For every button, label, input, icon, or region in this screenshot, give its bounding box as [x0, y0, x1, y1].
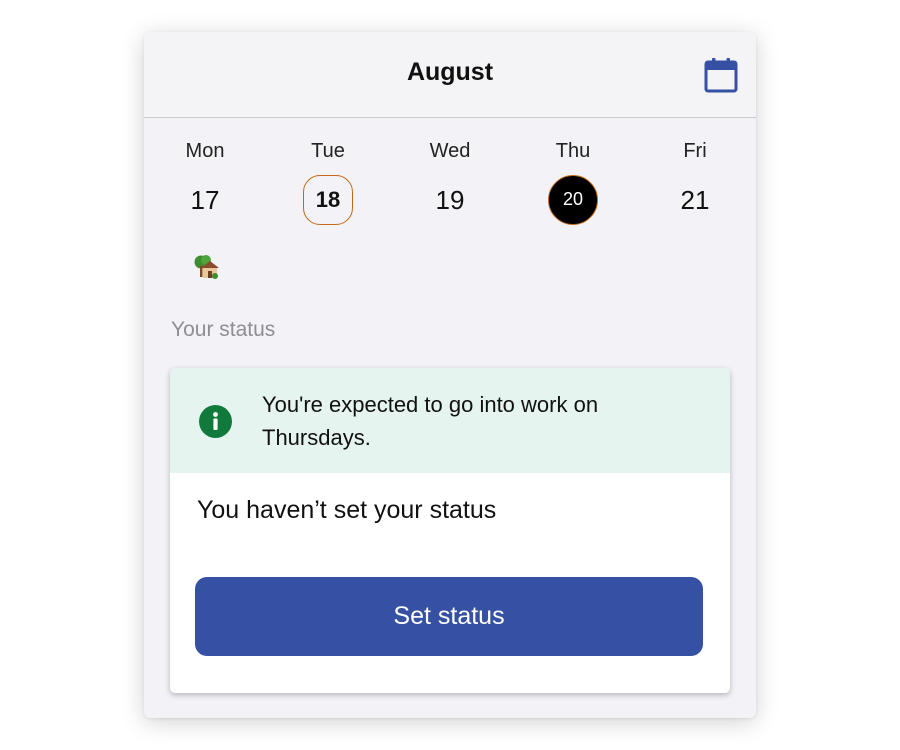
info-banner-text: You're expected to go into work on Thurs… [262, 392, 599, 450]
schedule-panel: August Mon 17 Tue 18 Wed 19 Thu 20 Fri 2… [144, 32, 756, 718]
day-number-today: 18 [303, 175, 353, 225]
day-thu[interactable]: Thu 20 [518, 118, 628, 278]
day-name: Fri [683, 140, 707, 162]
day-number: 19 [435, 185, 465, 215]
day-name: Thu [555, 140, 591, 162]
day-number: 21 [680, 185, 710, 215]
status-section-label: Your status [171, 318, 276, 341]
day-wed[interactable]: Wed 19 [395, 118, 505, 278]
header: August [144, 32, 756, 118]
day-fri[interactable]: Fri 21 [640, 118, 750, 278]
week-strip: Mon 17 Tue 18 Wed 19 Thu 20 Fri 21 [144, 118, 756, 288]
day-name: Mon [185, 140, 225, 162]
info-banner: You're expected to go into work on Thurs… [170, 368, 730, 473]
house-with-tree-icon [194, 255, 219, 279]
calendar-icon [704, 58, 738, 93]
day-tue[interactable]: Tue 18 [273, 118, 383, 278]
day-number: 17 [190, 185, 220, 215]
month-title: August [406, 58, 494, 86]
day-name: Wed [429, 140, 471, 162]
day-mon[interactable]: Mon 17 [150, 118, 260, 279]
status-card: You're expected to go into work on Thurs… [170, 368, 730, 693]
calendar-button[interactable] [704, 57, 738, 93]
set-status-button[interactable]: Set status [195, 577, 703, 656]
info-icon [199, 405, 232, 438]
status-message: You haven’t set your status [197, 496, 497, 524]
day-name: Tue [311, 140, 345, 162]
day-number-selected: 20 [548, 175, 598, 225]
